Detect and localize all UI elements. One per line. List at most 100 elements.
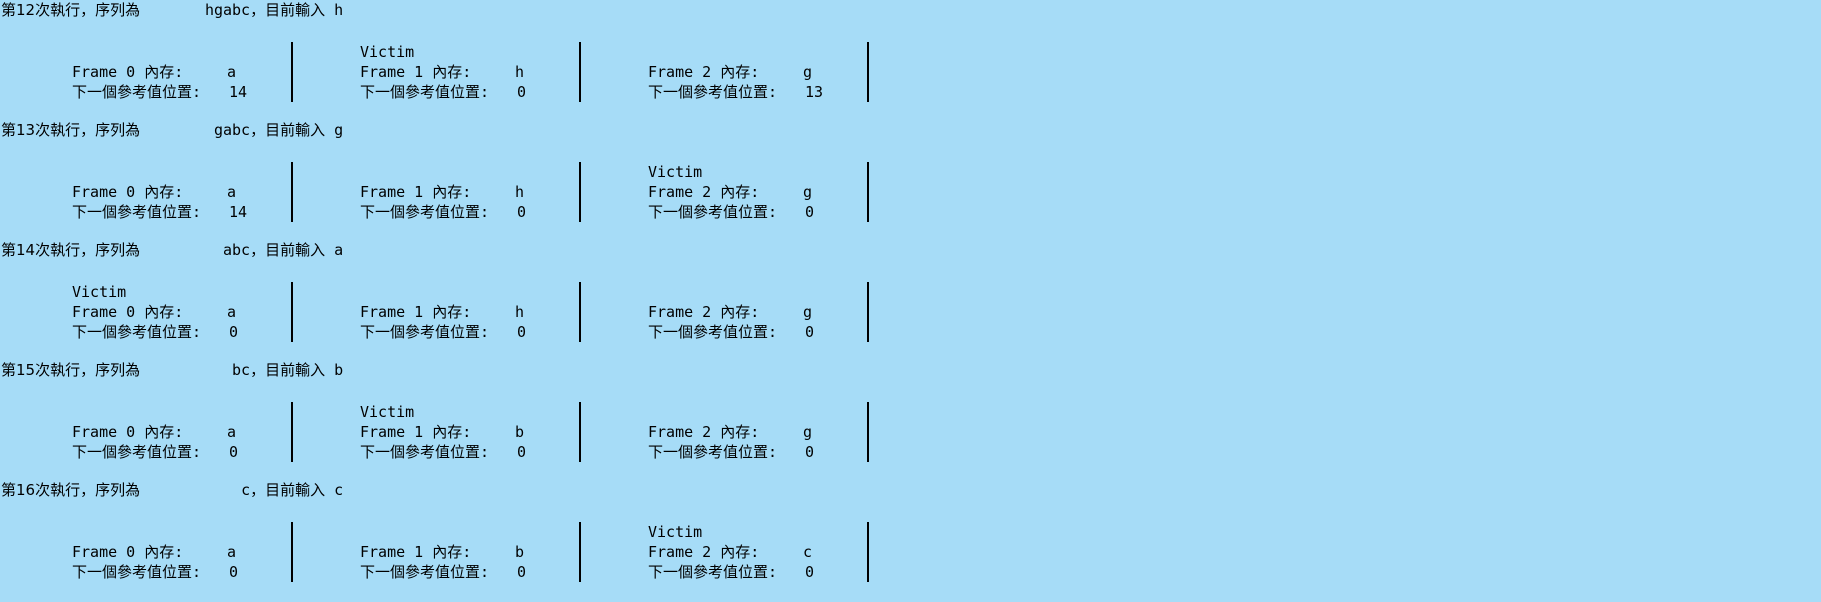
next-reference-value: 0 [517,443,527,461]
next-reference-value: 14 [229,203,248,221]
frame-label: Frame 0 內存: [72,303,184,321]
current-input-label: ，目前輸入 [250,481,326,499]
current-input-label: ，目前輸入 [250,241,326,259]
victim-row: Victim [0,162,900,182]
remaining-sequence: hgabc [204,1,251,19]
column-separator [579,442,581,462]
frame-label: Frame 2 內存: [648,543,760,561]
column-separator [291,162,293,182]
iteration-block: 第13次執行，序列為 gabc，目前輸入 g Victim Frame 0 內存: a F… [0,120,1821,240]
frame-memory-value: h [515,183,525,201]
frame-label: Frame 2 內存: [648,423,760,441]
next-reference-label: 下一個參考值位置: [72,443,202,461]
victim-row: Victim [0,282,900,302]
next-reference-value: 0 [805,563,815,581]
next-reference-value: 0 [805,203,815,221]
current-input-label: ，目前輸入 [250,361,326,379]
frame-label: Frame 1 內存: [360,63,472,81]
next-reference-value: 0 [805,323,815,341]
iteration-prefix: 第15次執行，序列為 [1,361,141,379]
iteration-header: 第15次執行，序列為 bc，目前輸入 b [1,360,343,380]
remaining-sequence: gabc [213,121,251,139]
column-separator [291,302,293,322]
frame-memory-value: a [227,303,237,321]
column-separator [291,42,293,62]
next-reference-label: 下一個參考值位置: [72,323,202,341]
frame-memory-value: c [803,543,813,561]
next-reference-value: 0 [805,443,815,461]
next-reference-label: 下一個參考值位置: [72,83,202,101]
frame-memory-row: Frame 0 內存: a Frame 1 內存: h Frame 2 內存: g [0,62,900,82]
victim-marker: Victim [360,43,415,61]
victim-row: Victim [0,522,900,542]
victim-marker: Victim [72,283,127,301]
column-separator [867,402,869,422]
next-reference-value: 14 [229,83,248,101]
frame-memory-row: Frame 0 內存: a Frame 1 內存: b Frame 2 內存: c [0,542,900,562]
next-reference-label: 下一個參考值位置: [360,83,490,101]
frame-memory-value: g [803,63,813,81]
column-separator [579,302,581,322]
column-separator [291,322,293,342]
column-separator [867,522,869,542]
column-separator [867,302,869,322]
victim-row: Victim [0,402,900,422]
next-reference-label: 下一個參考值位置: [648,443,778,461]
next-reference-label: 下一個參考值位置: [360,563,490,581]
next-reference-value: 0 [517,323,527,341]
iteration-header: 第12次執行，序列為 hgabc，目前輸入 h [1,0,343,20]
column-separator [579,542,581,562]
next-reference-label: 下一個參考值位置: [72,563,202,581]
column-separator [579,162,581,182]
current-input-label: ，目前輸入 [250,1,326,19]
iteration-header: 第14次執行，序列為 abc，目前輸入 a [1,240,343,260]
iteration-block: 第14次執行，序列為 abc，目前輸入 a Victim Frame 0 內存: a Fr… [0,240,1821,360]
next-reference-label: 下一個參考值位置: [360,443,490,461]
column-separator [579,82,581,102]
column-separator [867,282,869,302]
next-reference-label: 下一個參考值位置: [648,83,778,101]
next-reference-row: 下一個參考值位置: 0 下一個參考值位置: 0 下一個參考值位置: 0 [0,322,900,342]
column-separator [291,422,293,442]
column-separator [291,402,293,422]
column-separator [579,522,581,542]
frame-label: Frame 0 內存: [72,63,184,81]
next-reference-value: 0 [229,443,239,461]
next-reference-value: 0 [229,323,239,341]
current-input-value: h [334,1,344,19]
frame-label: Frame 1 內存: [360,183,472,201]
iteration-block: 第12次執行，序列為 hgabc，目前輸入 h Victim Frame 0 內存: a… [0,0,1821,120]
frame-memory-value: h [515,303,525,321]
frame-memory-row: Frame 0 內存: a Frame 1 內存: b Frame 2 內存: g [0,422,900,442]
column-separator [291,82,293,102]
column-separator [579,182,581,202]
iteration-header: 第16次執行，序列為 c，目前輸入 c [1,480,343,500]
column-separator [291,522,293,542]
column-separator [867,62,869,82]
column-separator [867,42,869,62]
frame-label: Frame 2 內存: [648,303,760,321]
column-separator [867,322,869,342]
column-separator [579,562,581,582]
current-input-label: ，目前輸入 [250,121,326,139]
victim-row: Victim [0,42,900,62]
next-reference-value: 13 [805,83,824,101]
next-reference-row: 下一個參考值位置: 14 下一個參考值位置: 0 下一個參考值位置: 13 [0,82,900,102]
frame-label: Frame 0 內存: [72,183,184,201]
current-input-value: g [334,121,344,139]
next-reference-label: 下一個參考值位置: [648,203,778,221]
iteration-block: 第16次執行，序列為 c，目前輸入 c Victim Frame 0 內存: a Fram… [0,480,1821,600]
frame-label: Frame 1 內存: [360,423,472,441]
frame-memory-value: b [515,423,525,441]
frame-label: Frame 0 內存: [72,543,184,561]
iteration-prefix: 第14次執行，序列為 [1,241,141,259]
iteration-prefix: 第16次執行，序列為 [1,481,141,499]
frame-memory-value: a [227,543,237,561]
remaining-sequence: c [241,481,251,499]
column-separator [291,182,293,202]
frame-memory-value: a [227,183,237,201]
next-reference-label: 下一個參考值位置: [648,323,778,341]
frame-label: Frame 2 內存: [648,63,760,81]
frame-memory-value: g [803,303,813,321]
next-reference-value: 0 [517,203,527,221]
